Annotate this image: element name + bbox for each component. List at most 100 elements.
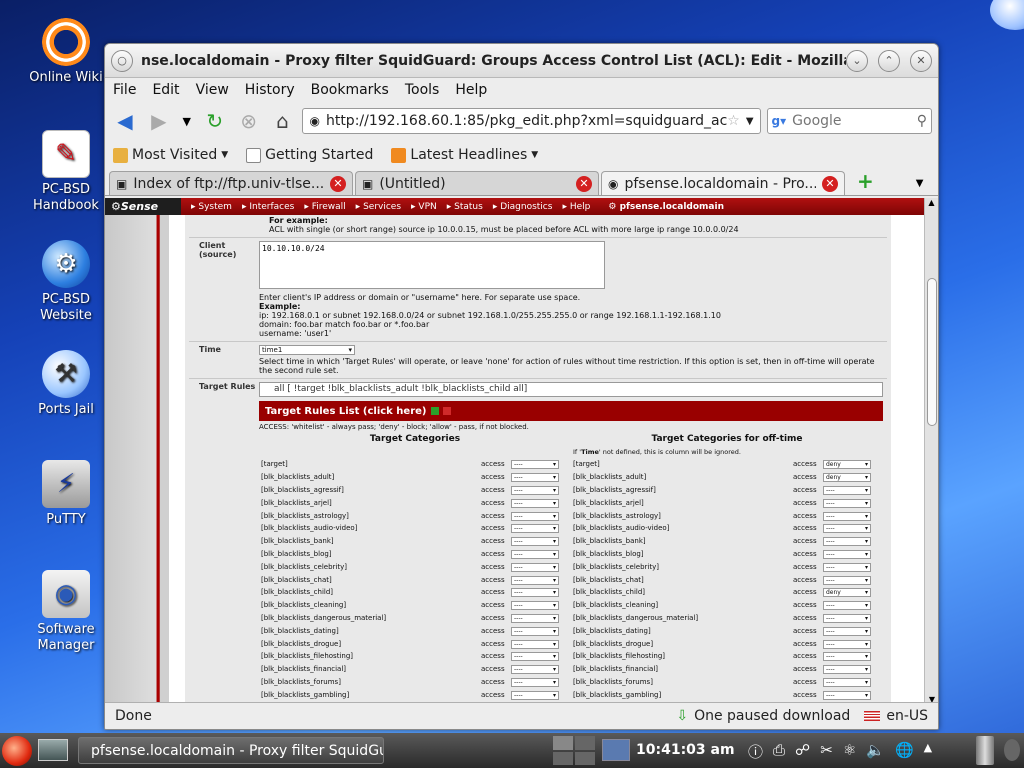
- pf-nav-firewall[interactable]: ▸ Firewall: [304, 202, 345, 212]
- pf-nav-vpn[interactable]: ▸ VPN: [411, 202, 437, 212]
- tray-expand-icon[interactable]: ▲: [924, 741, 932, 762]
- access-select-offtime[interactable]: ---- ▾: [823, 690, 871, 700]
- access-select-offtime[interactable]: ---- ▾: [823, 678, 871, 688]
- start-menu-button[interactable]: [2, 735, 32, 766]
- new-tab-plus-icon[interactable]: +: [857, 169, 874, 193]
- desktop-icon-online-wiki[interactable]: Online Wiki: [16, 18, 116, 86]
- bookmark-star-icon[interactable]: ☆: [727, 113, 740, 129]
- vertical-scrollbar[interactable]: ▲ ▼: [924, 198, 938, 704]
- access-select-offtime[interactable]: ---- ▾: [823, 537, 871, 547]
- desktop-icon-putty[interactable]: ⚡ PuTTY: [16, 460, 116, 528]
- network-icon[interactable]: ☍: [795, 741, 810, 762]
- pf-nav-diagnostics[interactable]: ▸ Diagnostics: [493, 202, 553, 212]
- clock[interactable]: 10:41:03 am: [636, 742, 735, 758]
- access-select-offtime[interactable]: ---- ▾: [823, 652, 871, 662]
- taskbar-task-firefox[interactable]: pfsense.localdomain - Proxy filter Squid…: [78, 737, 384, 764]
- tab-close-icon[interactable]: ✕: [576, 175, 592, 192]
- history-dropdown-icon[interactable]: ▼: [179, 107, 195, 135]
- access-select[interactable]: ---- ▾: [511, 652, 559, 662]
- access-select-offtime[interactable]: ---- ▾: [823, 614, 871, 624]
- scissors-icon[interactable]: ✂: [820, 741, 833, 762]
- pf-nav-status[interactable]: ▸ Status: [447, 202, 483, 212]
- pf-nav-help[interactable]: ▸ Help: [562, 202, 590, 212]
- tab-pfsense[interactable]: ◉ pfsense.localdomain - Pro... ✕: [601, 171, 845, 195]
- download-status[interactable]: ⇩ One paused download: [676, 708, 850, 724]
- menu-help[interactable]: Help: [455, 82, 487, 98]
- collapse-icon[interactable]: [442, 407, 451, 415]
- volume-icon[interactable]: 🔈: [866, 741, 885, 762]
- stop-button[interactable]: ⊗: [235, 107, 263, 135]
- pf-nav-services[interactable]: ▸ Services: [356, 202, 401, 212]
- menu-bookmarks[interactable]: Bookmarks: [311, 82, 389, 98]
- menu-tools[interactable]: Tools: [405, 82, 440, 98]
- tab-untitled[interactable]: ▣ (Untitled) ✕: [355, 171, 599, 195]
- tab-close-icon[interactable]: ✕: [822, 175, 838, 192]
- access-select[interactable]: ---- ▾: [511, 550, 559, 560]
- close-button[interactable]: ✕: [910, 49, 932, 72]
- menu-view[interactable]: View: [196, 82, 229, 98]
- menu-file[interactable]: File: [113, 82, 136, 98]
- access-select-offtime[interactable]: ---- ▾: [823, 498, 871, 508]
- access-select[interactable]: ---- ▾: [511, 588, 559, 598]
- bookmark-most-visited[interactable]: Most Visited ▼: [113, 147, 228, 163]
- access-select[interactable]: ---- ▾: [511, 665, 559, 675]
- pf-nav-system[interactable]: ▸ System: [191, 202, 232, 212]
- home-button[interactable]: ⌂: [269, 107, 297, 135]
- access-select[interactable]: ---- ▾: [511, 537, 559, 547]
- info-icon[interactable]: ⓘ: [748, 741, 763, 762]
- printer-icon[interactable]: ⎙: [773, 741, 785, 762]
- reload-button[interactable]: ↻: [201, 107, 229, 135]
- globe-icon[interactable]: 🌐: [895, 741, 914, 762]
- desktop-icon-pcbsd-website[interactable]: ⚙ PC-BSD Website: [16, 240, 116, 324]
- access-select-offtime[interactable]: ---- ▾: [823, 575, 871, 585]
- access-select[interactable]: ---- ▾: [511, 639, 559, 649]
- access-select[interactable]: ---- ▾: [511, 486, 559, 496]
- access-select-offtime[interactable]: ---- ▾: [823, 639, 871, 649]
- maximize-button[interactable]: ⌃: [878, 49, 900, 72]
- target-rules-list-toggle[interactable]: Target Rules List (click here): [259, 401, 883, 421]
- window-menu-icon[interactable]: ○: [111, 49, 133, 72]
- klipper-icon[interactable]: ⚛: [843, 741, 856, 762]
- access-select[interactable]: ---- ▾: [511, 460, 559, 470]
- tab-ftp-index[interactable]: ▣ Index of ftp://ftp.univ-tlse... ✕: [109, 171, 353, 195]
- expand-icon[interactable]: [430, 407, 439, 415]
- address-bar[interactable]: ◉ http://192.168.60.1:85/pkg_edit.php?xm…: [302, 108, 761, 134]
- menu-edit[interactable]: Edit: [152, 82, 179, 98]
- access-select-offtime[interactable]: ---- ▾: [823, 550, 871, 560]
- access-select-offtime[interactable]: deny ▾: [823, 588, 871, 598]
- time-select[interactable]: time1 ▾: [259, 345, 355, 355]
- access-select-offtime[interactable]: ---- ▾: [823, 665, 871, 675]
- access-select-offtime[interactable]: deny ▾: [823, 460, 871, 470]
- search-bar[interactable]: g▾ ⚲: [766, 108, 932, 134]
- access-select-offtime[interactable]: ---- ▾: [823, 601, 871, 611]
- access-select[interactable]: ---- ▾: [511, 511, 559, 521]
- desktop-pager[interactable]: [553, 736, 595, 765]
- access-select[interactable]: ---- ▾: [511, 601, 559, 611]
- forward-button[interactable]: ▶: [145, 107, 173, 135]
- access-select[interactable]: ---- ▾: [511, 562, 559, 572]
- site-identity-icon[interactable]: ◉: [309, 114, 319, 128]
- bookmark-getting-started[interactable]: Getting Started: [246, 147, 373, 163]
- pf-nav-interfaces[interactable]: ▸ Interfaces: [242, 202, 294, 212]
- title-bar[interactable]: ○ nse.localdomain - Proxy filter SquidGu…: [105, 44, 938, 78]
- tab-close-icon[interactable]: ✕: [330, 175, 346, 192]
- access-select[interactable]: ---- ▾: [511, 678, 559, 688]
- target-rules-input[interactable]: all [ !target !blk_blacklists_adult !blk…: [259, 382, 883, 397]
- desktop-icon-software-manager[interactable]: ◉ Software Manager: [16, 570, 116, 654]
- back-button[interactable]: ◀: [111, 107, 139, 135]
- access-select[interactable]: ---- ▾: [511, 626, 559, 636]
- client-source-textarea[interactable]: 10.10.10.0/24: [259, 241, 605, 289]
- access-select[interactable]: ---- ▾: [511, 690, 559, 700]
- url-dropdown-icon[interactable]: ▼: [746, 116, 754, 127]
- access-select[interactable]: ---- ▾: [511, 498, 559, 508]
- bookmark-latest-headlines[interactable]: Latest Headlines ▼: [391, 147, 538, 163]
- trash-icon[interactable]: [976, 736, 994, 765]
- search-input[interactable]: [792, 113, 917, 129]
- file-manager-icon[interactable]: [602, 739, 630, 761]
- locale-indicator[interactable]: en-US: [864, 708, 928, 724]
- tab-list-dropdown-icon[interactable]: ▼: [916, 178, 924, 189]
- search-engine-icon[interactable]: g▾: [772, 114, 787, 128]
- access-select[interactable]: ---- ▾: [511, 524, 559, 534]
- access-select-offtime[interactable]: ---- ▾: [823, 486, 871, 496]
- access-select-offtime[interactable]: deny ▾: [823, 473, 871, 483]
